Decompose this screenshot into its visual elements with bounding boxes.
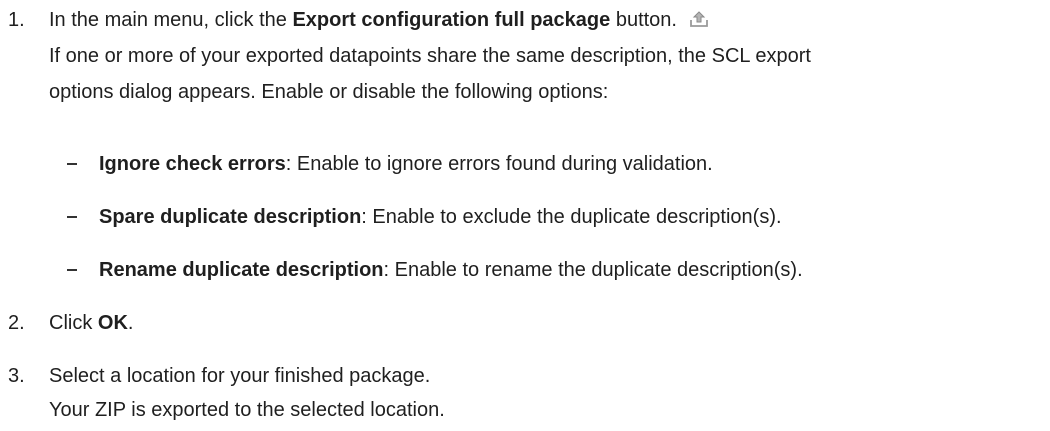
dash-bullet-icon <box>67 163 77 165</box>
step-3-result: Your ZIP is exported to the selected loc… <box>49 399 445 421</box>
option-text: : Enable to exclude the duplicate descri… <box>361 206 782 228</box>
option-name: Spare duplicate description <box>99 206 362 228</box>
step-number: 2. <box>8 312 25 334</box>
option-text: : Enable to ignore errors found during v… <box>285 153 713 175</box>
step-1-description-line-2: options dialog appears. Enable or disabl… <box>49 81 609 103</box>
option-name: Ignore check errors <box>99 153 286 175</box>
export-icon <box>689 11 708 27</box>
step-1-instruction: In the main menu, click the Export confi… <box>49 2 709 38</box>
option-text: : Enable to rename the duplicate descrip… <box>383 259 803 281</box>
step-3-instruction: Select a location for your finished pack… <box>49 365 431 387</box>
dash-bullet-icon <box>67 269 77 271</box>
step-number: 3. <box>8 365 25 387</box>
step-2-instruction: Click OK. <box>49 312 134 334</box>
dash-bullet-icon <box>67 216 77 218</box>
export-button-label: Export configuration full package <box>292 9 611 31</box>
ok-button-label: OK <box>97 312 128 334</box>
option-name: Rename duplicate description <box>99 259 384 281</box>
step-1-description-line-1: If one or more of your exported datapoin… <box>49 45 811 67</box>
step-number: 1. <box>8 9 25 31</box>
